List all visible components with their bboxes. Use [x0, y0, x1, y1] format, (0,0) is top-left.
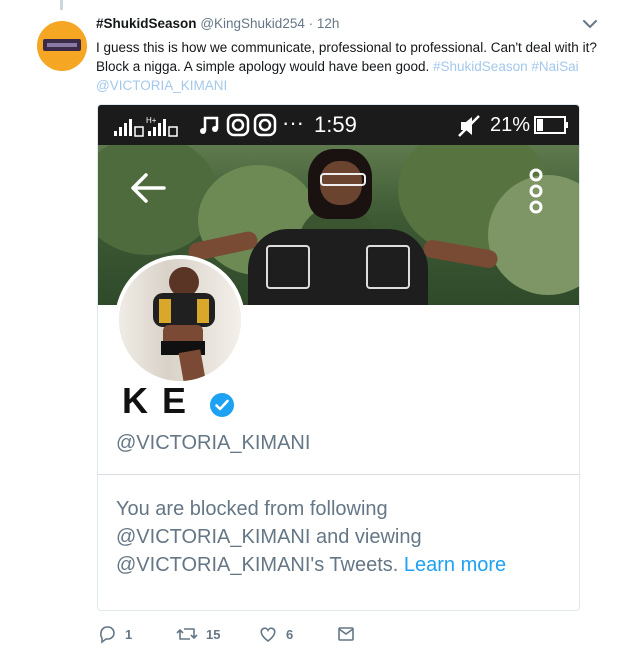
profile-name: K E: [122, 380, 189, 421]
instagram-icon: [253, 113, 277, 137]
chevron-down-icon[interactable]: [580, 14, 600, 34]
mention-link[interactable]: @VICTORIA_KIMANI: [96, 78, 227, 93]
embedded-screenshot[interactable]: H+ ··· 1:59 21% K E @VICTORIA_KIMANI You…: [97, 104, 580, 611]
tweet-header: #ShukidSeason @KingShukid254 · 12h: [96, 16, 339, 31]
profile-avatar[interactable]: [115, 255, 245, 385]
phone-status-bar: H+ ··· 1:59 21%: [98, 105, 579, 145]
blocked-text: You are blocked from following @VICTORIA…: [116, 498, 422, 576]
instagram-icon: [226, 113, 250, 137]
separator: ·: [308, 16, 314, 31]
blocked-message: You are blocked from following @VICTORIA…: [116, 495, 556, 579]
avatar[interactable]: [37, 21, 87, 71]
profile-handle: @VICTORIA_KIMANI: [116, 432, 311, 454]
tweet[interactable]: #ShukidSeason @KingShukid254 · 12h I gue…: [0, 0, 633, 657]
more-notifications-icon: ···: [282, 110, 304, 135]
user-handle[interactable]: @KingShukid254: [200, 16, 305, 31]
tweet-text: I guess this is how we communicate, prof…: [96, 38, 606, 95]
status-time: 1:59: [314, 112, 357, 137]
retweet-icon: [176, 628, 198, 640]
svg-text:H+: H+: [146, 116, 157, 125]
direct-message-button[interactable]: [336, 622, 356, 646]
mute-icon: [458, 115, 480, 137]
reply-icon: [100, 626, 115, 644]
display-name[interactable]: #ShukidSeason: [96, 16, 197, 31]
retweet-count: 15: [206, 626, 221, 642]
verified-badge-icon: [210, 393, 234, 417]
reply-button[interactable]: 1: [97, 622, 132, 646]
music-icon: [200, 116, 219, 134]
envelope-icon: [338, 627, 354, 641]
like-count: 6: [286, 626, 294, 642]
hashtag-link[interactable]: #ShukidSeason: [433, 59, 528, 74]
back-arrow-icon[interactable]: [128, 171, 168, 205]
heart-icon: [260, 627, 276, 643]
thread-line: [60, 0, 63, 10]
hashtag-link[interactable]: #NaiSai: [531, 59, 578, 74]
tweet-time[interactable]: 12h: [317, 16, 340, 31]
reply-count: 1: [125, 626, 133, 642]
overflow-menu-icon[interactable]: [526, 167, 546, 215]
learn-more-link[interactable]: Learn more: [404, 554, 506, 576]
battery-icon: [534, 116, 568, 134]
battery-percent: 21%: [490, 114, 531, 136]
retweet-button[interactable]: 15: [176, 622, 220, 646]
like-button[interactable]: 6: [258, 622, 293, 646]
signal-icon: H+: [114, 116, 178, 137]
divider: [98, 474, 579, 475]
